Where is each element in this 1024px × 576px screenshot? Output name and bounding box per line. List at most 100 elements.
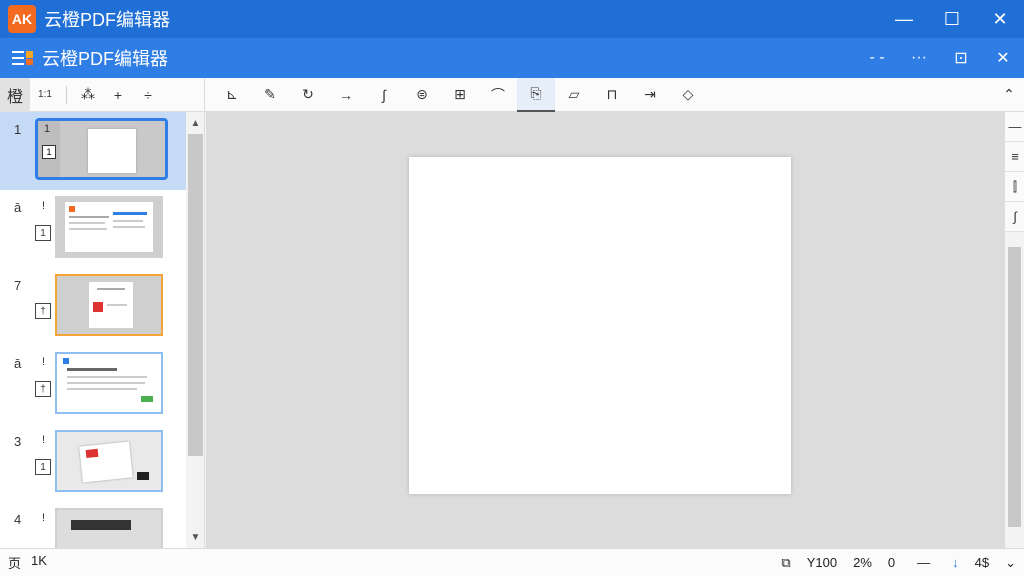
thumb-checkbox[interactable]: 1: [35, 225, 51, 241]
select-tool-icon[interactable]: ⊾: [213, 78, 251, 112]
chevron-down-icon[interactable]: ⌄: [997, 549, 1024, 576]
page-total: 4$: [974, 555, 990, 570]
zoom-level[interactable]: 2%: [845, 549, 880, 576]
vertical-scrollbar-thumb[interactable]: [1008, 247, 1021, 527]
zoom-out-button[interactable]: —: [903, 549, 944, 576]
diamond-tool-icon[interactable]: ◇: [669, 78, 707, 112]
export-tool-icon[interactable]: ⇥: [631, 78, 669, 112]
page-count: Y100: [806, 555, 838, 570]
thumb-number: 7: [14, 278, 22, 293]
app-title: 云橙PDF编辑器: [42, 49, 168, 69]
thumb-logo: [93, 302, 103, 312]
thumbnail-image[interactable]: [55, 196, 163, 258]
thumbnail-image[interactable]: [55, 508, 163, 548]
thumbnail-image[interactable]: 1 1: [35, 118, 168, 180]
stamp-tool-icon[interactable]: ⊜: [403, 78, 441, 112]
scroll-down-icon[interactable]: ▼: [186, 528, 204, 546]
thumbnail-item[interactable]: 4 !: [0, 502, 204, 548]
thumbnail-item[interactable]: ā ! 1: [0, 190, 204, 268]
maximize-button[interactable]: ☐: [928, 0, 976, 38]
thumbnail-item[interactable]: 3 ! 1: [0, 424, 204, 502]
document-canvas[interactable]: [206, 112, 1004, 548]
thumbnail-item[interactable]: ā ! †: [0, 346, 204, 424]
hamburger-icon: [12, 51, 33, 65]
shape-tool-icon[interactable]: ▱: [555, 78, 593, 112]
scroll-up-icon[interactable]: ▲: [186, 114, 204, 132]
divider: [66, 85, 67, 104]
thumb-mark: 1: [44, 123, 51, 135]
thumb-page: [79, 441, 133, 483]
thumb-logo: [63, 358, 69, 364]
rotate-value[interactable]: 0: [880, 549, 903, 576]
sidebar-scrollbar[interactable]: ▲ ▼: [186, 112, 204, 548]
toolbar: 橙 1:1 ⁂ + ÷ ⊾ ✎ ↻ → ∫ ⊜ ⊞ ⌒ ⎘ ▱ ⊓ ⇥ ◇ ⌃: [0, 77, 1024, 112]
menu-icon[interactable]: [10, 46, 36, 70]
pdf-page[interactable]: [409, 157, 791, 494]
thumb-number: 3: [14, 434, 22, 449]
thumb-mark: !: [42, 200, 46, 212]
app-close-button[interactable]: ✕: [982, 38, 1024, 78]
thumb-line: [113, 226, 145, 228]
close-button[interactable]: ✕: [976, 0, 1024, 38]
thumb-line: [113, 220, 143, 222]
scan-button[interactable]: ⁂: [73, 78, 103, 112]
page-label: 页: [8, 556, 22, 571]
collapse-toolbar-button[interactable]: ⌃: [994, 78, 1024, 112]
thumb-page: [65, 202, 153, 252]
page-tool-icon[interactable]: ⎘: [517, 77, 555, 112]
thumb-object: [137, 472, 149, 480]
thumb-checkbox[interactable]: 1: [42, 145, 56, 159]
zoom-ratio[interactable]: 1:1: [30, 78, 60, 112]
thumb-checkbox[interactable]: †: [35, 381, 51, 397]
page-layout-icon[interactable]: ⧉: [773, 549, 798, 576]
thumb-line: [67, 388, 137, 390]
more-button[interactable]: ···: [898, 38, 940, 78]
thumb-object: [71, 520, 131, 530]
add-page-button[interactable]: +: [103, 78, 133, 112]
thumb-line: [113, 212, 147, 215]
integral-tool-icon[interactable]: ∫: [365, 78, 403, 112]
thumb-line: [67, 368, 117, 371]
thumb-line: [67, 382, 145, 384]
split-button[interactable]: ÷: [133, 78, 163, 112]
edit-tools: ⊾ ✎ ↻ → ∫ ⊜ ⊞ ⌒ ⎘ ▱ ⊓ ⇥ ◇: [213, 77, 707, 112]
thumb-checkbox[interactable]: †: [35, 303, 51, 319]
rotate-tool-icon[interactable]: ↻: [289, 78, 327, 112]
thumbnail-image[interactable]: [55, 274, 163, 336]
thumb-logo: [85, 448, 99, 459]
thumb-line: [67, 376, 147, 378]
status-bar: 页 1K ⧉ Y100 2% 0 — ↓ 4$ ⌄: [0, 548, 1024, 576]
thumb-line: [69, 222, 105, 224]
eraser-tool-icon[interactable]: ✎: [251, 78, 289, 112]
thumbnail-image[interactable]: [55, 430, 163, 492]
page-info: 1K: [31, 553, 47, 568]
title-bar: AK 云橙PDF编辑器 — ☐ ✕: [0, 0, 1024, 38]
thumbnail-item[interactable]: 7 †: [0, 268, 204, 346]
minimize-button[interactable]: —: [880, 0, 928, 38]
crop-tool-icon[interactable]: ⊓: [593, 78, 631, 112]
thumb-number: 4: [14, 512, 22, 527]
panel-curve-button[interactable]: ∫: [1005, 202, 1024, 232]
thumb-badge: [141, 396, 153, 402]
panel-list-button[interactable]: ≡: [1005, 142, 1024, 172]
arrow-tool-icon[interactable]: →: [327, 78, 365, 112]
grid-tool-icon[interactable]: ⊞: [441, 78, 479, 112]
thumb-mark: !: [42, 356, 46, 368]
thumb-number: ā: [14, 356, 22, 371]
scrollbar-thumb[interactable]: [188, 134, 203, 456]
thumbnail-image[interactable]: [55, 352, 163, 414]
window-title: 云橙PDF编辑器: [44, 10, 170, 30]
curve-tool-icon[interactable]: ⌒: [479, 78, 517, 112]
thumb-mark: !: [42, 512, 46, 524]
window-controls: — ☐ ✕: [880, 0, 1024, 38]
thumb-number: ā: [14, 200, 22, 215]
export-button[interactable]: ⊡: [940, 38, 982, 78]
dash-button[interactable]: - -: [856, 38, 898, 78]
thumb-line: [69, 228, 107, 230]
thumbnail-item[interactable]: 1 1 1: [0, 112, 204, 190]
download-icon[interactable]: ↓: [944, 549, 967, 576]
panel-minus-button[interactable]: —: [1005, 112, 1024, 142]
thumb-checkbox[interactable]: 1: [35, 459, 51, 475]
thumbnail-tab[interactable]: 橙: [0, 77, 30, 112]
panel-columns-button[interactable]: ⫿: [1005, 172, 1024, 202]
